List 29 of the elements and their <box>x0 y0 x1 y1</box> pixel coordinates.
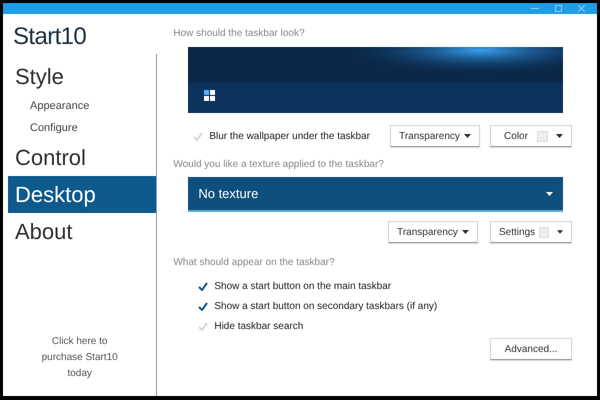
caret-icon <box>556 134 563 138</box>
caret-icon <box>464 134 471 138</box>
checkbox-option[interactable]: Blur the wallpaper under the taskbar <box>193 126 370 146</box>
section-question: What should appear on the taskbar? <box>173 256 336 270</box>
dropdown[interactable]: Transparency <box>390 125 480 147</box>
sidebar-item[interactable]: Style <box>8 58 156 95</box>
purchase-link[interactable]: Click here to purchase Start10 today <box>3 334 156 382</box>
advanced-button[interactable]: Advanced... <box>490 338 572 360</box>
sidebar-item[interactable]: Control <box>8 139 156 176</box>
dropdown[interactable]: Color <box>490 125 572 147</box>
checkbox-option[interactable]: Show a start button on the main taskbar <box>198 276 572 296</box>
sidebar-subitem[interactable]: Configure <box>3 117 156 139</box>
section-question: Would you like a texture applied to the taskbar? <box>173 158 385 172</box>
dropdown[interactable]: Settings <box>490 221 572 243</box>
section-question: How should the taskbar look? <box>173 27 306 41</box>
checkbox-option[interactable]: Show a start button on secondary taskbars (if any) <box>198 296 572 316</box>
logo: Start10 <box>12 22 88 52</box>
caret-icon <box>462 230 469 234</box>
texture-select[interactable]: No texture <box>188 177 564 212</box>
minimize-icon[interactable] <box>531 8 539 10</box>
close-icon[interactable] <box>578 5 585 12</box>
caret-icon <box>546 192 554 196</box>
sidebar-item[interactable]: About <box>8 213 156 250</box>
maximize-icon[interactable] <box>555 5 562 12</box>
sidebar-subitem[interactable]: Appearance <box>3 95 156 117</box>
checkbox-option[interactable]: Hide taskbar search <box>198 316 572 336</box>
caret-icon <box>556 230 563 234</box>
dropdown[interactable]: Transparency <box>388 221 478 243</box>
sidebar-item[interactable]: Desktop <box>8 176 156 213</box>
